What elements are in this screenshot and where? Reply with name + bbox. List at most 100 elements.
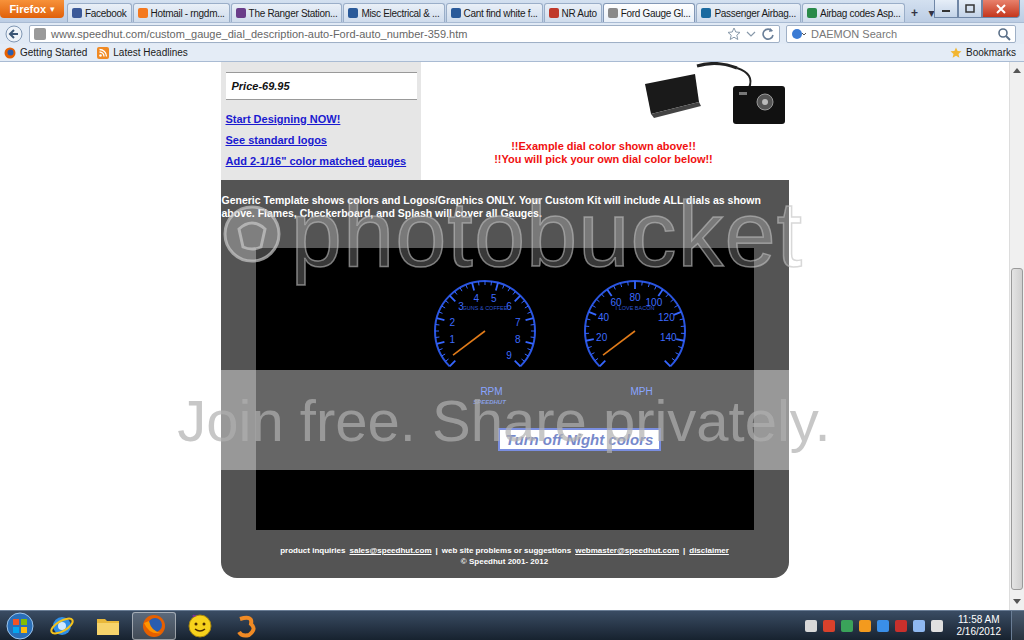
tab-label: Facebook — [85, 8, 127, 19]
price-text: Price-69.95 — [232, 80, 290, 92]
tab-label: Hotmail - rngdm... — [151, 8, 225, 19]
gauge-tick-label: 1 — [449, 334, 455, 345]
gauge-tick-label: 4 — [473, 293, 479, 304]
dial-logo: SPEEDHUT — [473, 398, 506, 406]
bookmark-item[interactable]: Getting Started — [4, 47, 87, 59]
system-tray — [805, 620, 943, 632]
new-tab-button[interactable]: + — [906, 4, 922, 22]
bookmarks-menu-button[interactable]: Bookmarks — [950, 47, 1016, 59]
tab-favicon-icon — [72, 8, 82, 18]
show-desktop-button[interactable] — [1011, 611, 1024, 640]
search-engine-icon[interactable] — [791, 27, 807, 41]
bookmark-star-icon[interactable] — [727, 27, 741, 41]
footer-link[interactable]: sales@speedhut.com — [350, 546, 432, 555]
watermark: photobucket Join free. Share privately. — [0, 62, 1024, 610]
tab-label: Misc Electrical & ... — [361, 8, 439, 19]
product-link[interactable]: See standard logos — [226, 134, 417, 146]
bookmarks-toolbar: Getting Started Latest Headlines Bookmarks — [0, 44, 1024, 62]
footer-text: product inquiries — [280, 546, 345, 555]
bookmark-item[interactable]: Latest Headlines — [97, 47, 188, 59]
tab-favicon-icon — [608, 8, 618, 18]
watermark-slogan: Join free. Share privately. — [177, 387, 830, 454]
browser-tab[interactable]: NR Auto — [544, 3, 602, 22]
gauge: 20406080100120140I LOVE BACONMPH — [580, 276, 690, 406]
tray-icon[interactable] — [931, 620, 943, 632]
close-icon — [996, 4, 1006, 14]
tab-label: The Ranger Station... — [249, 8, 338, 19]
scroll-up-button[interactable] — [1010, 62, 1024, 78]
close-button[interactable] — [982, 0, 1020, 18]
gauge-caption: I LOVE BACON — [615, 305, 654, 311]
taskbar-app[interactable] — [132, 612, 176, 640]
tray-icon[interactable] — [913, 620, 925, 632]
gauge-tick-label: 7 — [515, 317, 521, 328]
maximize-button[interactable] — [958, 0, 982, 18]
firefox-menu-arrow: ▾ — [50, 4, 55, 14]
taskbar-app[interactable] — [178, 612, 222, 640]
app-icon — [233, 613, 259, 639]
product-link[interactable]: Add 2-1/16" color matched gauges — [226, 155, 417, 167]
scroll-down-icon — [1013, 599, 1021, 605]
tab-favicon-icon — [549, 8, 559, 18]
clock[interactable]: 11:58 AM2/16/2012 — [957, 614, 1002, 638]
title-bar: Firefox▾ Facebook Hotmail - rngdm... The Ra… — [0, 0, 1024, 22]
firefox-menu-button[interactable]: Firefox▾ — [0, 0, 64, 18]
tray-icon[interactable] — [841, 620, 853, 632]
browser-tab[interactable]: Ford Gauge Gl... — [603, 3, 696, 22]
browser-tab[interactable]: Passenger Airbag... — [696, 3, 801, 22]
product-sidebar: Price-69.95 Start Designing NOW! See stand… — [221, 62, 421, 180]
tab-label: Ford Gauge Gl... — [621, 8, 691, 19]
search-placeholder: DAEMON Search — [811, 28, 993, 40]
scrollbar-track — [1010, 78, 1024, 594]
gauge-tick-label: 2 — [449, 317, 455, 328]
gauge-tick-label: 40 — [598, 312, 610, 323]
browser-tab[interactable]: Facebook — [67, 3, 132, 22]
tray-icon[interactable] — [859, 620, 871, 632]
windows-start-icon — [3, 611, 37, 640]
tab-label: Passenger Airbag... — [714, 8, 796, 19]
browser-tab[interactable]: Cant find white f... — [446, 3, 543, 22]
browser-tab[interactable]: Hotmail - rngdm... — [133, 3, 230, 22]
taskbar-app[interactable] — [40, 612, 84, 640]
page-area: Price-69.95 Start Designing NOW! See stand… — [0, 62, 1009, 610]
watermark-brand: photobucket — [0, 184, 1024, 284]
product-link[interactable]: Start Designing NOW! — [226, 113, 417, 125]
tab-favicon-icon — [701, 8, 711, 18]
tray-icon[interactable] — [805, 620, 817, 632]
clock-time: 11:58 AM — [958, 614, 1000, 626]
tab-favicon-icon — [138, 8, 148, 18]
reload-icon[interactable] — [761, 27, 775, 41]
gauge-tick-label: 120 — [658, 312, 675, 323]
footer-link[interactable]: disclaimer — [689, 546, 729, 555]
gauge-needle — [603, 331, 635, 355]
scrollbar-thumb[interactable] — [1011, 268, 1023, 590]
browser-tab[interactable]: Misc Electrical & ... — [343, 3, 444, 22]
browser-tab[interactable]: The Ranger Station... — [231, 3, 343, 22]
start-button[interactable] — [0, 611, 40, 640]
vertical-scrollbar[interactable] — [1009, 62, 1024, 610]
back-button[interactable] — [5, 25, 23, 43]
footer-link[interactable]: webmaster@speedhut.com — [575, 546, 679, 555]
url-field[interactable]: www.speedhut.com/custom_gauge_dial_descr… — [29, 25, 780, 43]
taskbar-app[interactable] — [86, 612, 130, 640]
gauge-tick-label: 20 — [596, 332, 608, 343]
rss-feed-icon — [97, 47, 109, 59]
product-details: !!Example dial color shown above!!!!You … — [421, 62, 789, 180]
night-colors-button[interactable]: Turn off Night colors — [498, 428, 662, 451]
taskbar-app[interactable] — [224, 612, 268, 640]
tab-label: Cant find white f... — [464, 8, 538, 19]
tray-icon[interactable] — [877, 620, 889, 632]
photobucket-logo-icon — [221, 203, 283, 265]
browser-tab[interactable]: Airbag codes Asp... — [802, 3, 905, 22]
tray-icon[interactable] — [895, 620, 907, 632]
gauge-tick-label: 5 — [491, 293, 497, 304]
scroll-down-button[interactable] — [1010, 594, 1024, 610]
search-field[interactable]: DAEMON Search — [786, 25, 1016, 43]
yahoo-messenger-icon — [187, 613, 213, 639]
footer-text: web site problems or suggestions — [442, 546, 571, 555]
history-dropdown-icon[interactable] — [746, 27, 756, 41]
minimize-button[interactable] — [934, 0, 958, 18]
controller-product-image — [637, 62, 787, 124]
tray-icon[interactable] — [823, 620, 835, 632]
search-magnifier-icon[interactable] — [997, 27, 1011, 41]
